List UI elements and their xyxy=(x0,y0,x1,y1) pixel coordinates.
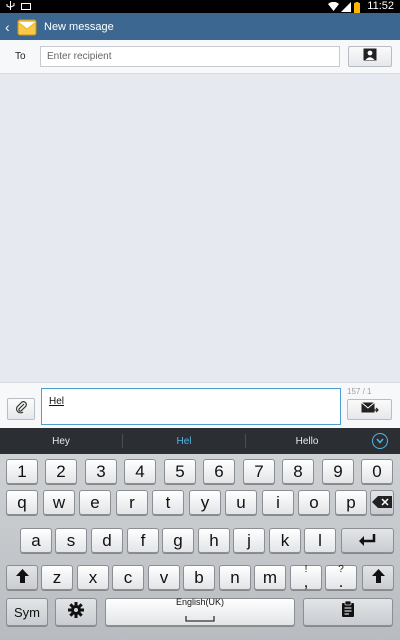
signal-icon xyxy=(341,2,352,12)
key-y[interactable]: y xyxy=(189,490,221,515)
key-z[interactable]: z xyxy=(41,565,73,590)
key-f[interactable]: f xyxy=(127,528,159,553)
contacts-button[interactable] xyxy=(348,46,392,67)
key-d[interactable]: d xyxy=(91,528,123,553)
keyboard-row-bottom: z x c v b n m ! , ? . xyxy=(0,565,400,592)
key-n[interactable]: n xyxy=(219,565,251,590)
paperclip-icon xyxy=(14,400,28,419)
key-o[interactable]: o xyxy=(298,490,330,515)
key-g[interactable]: g xyxy=(162,528,194,553)
recipient-row: To Enter recipient xyxy=(0,40,400,74)
attach-button[interactable] xyxy=(7,398,35,420)
shift-key-right[interactable] xyxy=(362,565,394,590)
usb-icon xyxy=(6,1,15,10)
key-b[interactable]: b xyxy=(183,565,215,590)
expand-suggestions-icon[interactable] xyxy=(372,433,388,449)
clipboard-icon xyxy=(341,600,355,623)
key-s[interactable]: s xyxy=(55,528,87,553)
compose-row: Hel 157 / 1 xyxy=(0,382,400,428)
messages-app-icon[interactable] xyxy=(17,17,37,37)
key-u[interactable]: u xyxy=(225,490,257,515)
wifi-icon xyxy=(328,1,340,11)
back-icon[interactable]: ‹ xyxy=(5,20,15,34)
key-i[interactable]: i xyxy=(262,490,294,515)
clipboard-key[interactable] xyxy=(303,598,393,626)
key-q[interactable]: q xyxy=(6,490,38,515)
keyboard-row-numbers: 1 2 3 4 5 6 7 8 9 0 xyxy=(0,459,400,484)
key-3[interactable]: 3 xyxy=(85,459,117,484)
keyboard-row-top: q w e r t y u i o p xyxy=(0,490,400,515)
backspace-key[interactable] xyxy=(370,490,394,515)
keyboard: 1 2 3 4 5 6 7 8 9 0 q w e r t y u i o p … xyxy=(0,454,400,640)
key-c[interactable]: c xyxy=(112,565,144,590)
sym-key[interactable]: Sym xyxy=(6,598,48,626)
message-input[interactable]: Hel xyxy=(41,388,341,425)
space-bar-icon xyxy=(185,607,215,627)
battery-icon xyxy=(354,2,363,13)
message-thread-area xyxy=(0,75,400,382)
status-time: 11:52 xyxy=(367,0,394,12)
key-period-main: . xyxy=(338,572,344,592)
key-x[interactable]: x xyxy=(77,565,109,590)
key-h[interactable]: h xyxy=(198,528,230,553)
screenshot-icon xyxy=(21,1,31,10)
key-p[interactable]: p xyxy=(335,490,367,515)
keyboard-row-function: Sym English(UK) xyxy=(0,597,400,627)
key-4[interactable]: 4 xyxy=(124,459,156,484)
shift-key[interactable] xyxy=(6,565,38,590)
key-0[interactable]: 0 xyxy=(361,459,393,484)
enter-icon xyxy=(358,531,377,551)
status-bar: 11:52 xyxy=(0,0,400,13)
key-l[interactable]: l xyxy=(304,528,336,553)
key-8[interactable]: 8 xyxy=(282,459,314,484)
key-7[interactable]: 7 xyxy=(243,459,275,484)
recipient-input[interactable]: Enter recipient xyxy=(40,46,340,67)
key-r[interactable]: r xyxy=(116,490,148,515)
character-counter: 157 / 1 xyxy=(347,387,372,396)
key-6[interactable]: 6 xyxy=(203,459,235,484)
key-comma-main: , xyxy=(303,572,309,592)
gear-icon xyxy=(67,601,85,624)
to-label: To xyxy=(15,51,26,62)
key-w[interactable]: w xyxy=(43,490,75,515)
key-comma[interactable]: ! , xyxy=(290,565,322,592)
settings-key[interactable] xyxy=(55,598,97,626)
key-period[interactable]: ? . xyxy=(325,565,357,592)
suggestion-1[interactable]: Hey xyxy=(0,436,122,447)
send-button[interactable] xyxy=(347,399,392,420)
key-a[interactable]: a xyxy=(20,528,52,553)
shift-icon xyxy=(371,568,385,588)
key-v[interactable]: v xyxy=(148,565,180,590)
suggestion-bar: Hey Hel Hello xyxy=(0,428,400,454)
backspace-icon xyxy=(372,493,392,513)
key-j[interactable]: j xyxy=(233,528,265,553)
key-5[interactable]: 5 xyxy=(164,459,196,484)
key-e[interactable]: e xyxy=(79,490,111,515)
shift-icon xyxy=(15,568,29,588)
key-m[interactable]: m xyxy=(254,565,286,590)
action-bar: ‹ New message xyxy=(0,13,400,40)
suggestion-2[interactable]: Hel xyxy=(123,436,245,447)
key-9[interactable]: 9 xyxy=(322,459,354,484)
suggestion-3[interactable]: Hello xyxy=(246,436,368,447)
page-title: New message xyxy=(44,20,114,33)
keyboard-row-middle: a s d f g h j k l xyxy=(0,528,400,553)
contact-icon xyxy=(363,48,377,66)
key-1[interactable]: 1 xyxy=(6,459,38,484)
message-text: Hel xyxy=(49,396,65,407)
send-icon xyxy=(360,401,379,419)
space-language-label: English(UK) xyxy=(175,597,224,607)
space-key[interactable]: English(UK) xyxy=(105,597,295,627)
enter-key[interactable] xyxy=(341,528,394,553)
key-2[interactable]: 2 xyxy=(45,459,77,484)
key-k[interactable]: k xyxy=(269,528,301,553)
key-t[interactable]: t xyxy=(152,490,184,515)
